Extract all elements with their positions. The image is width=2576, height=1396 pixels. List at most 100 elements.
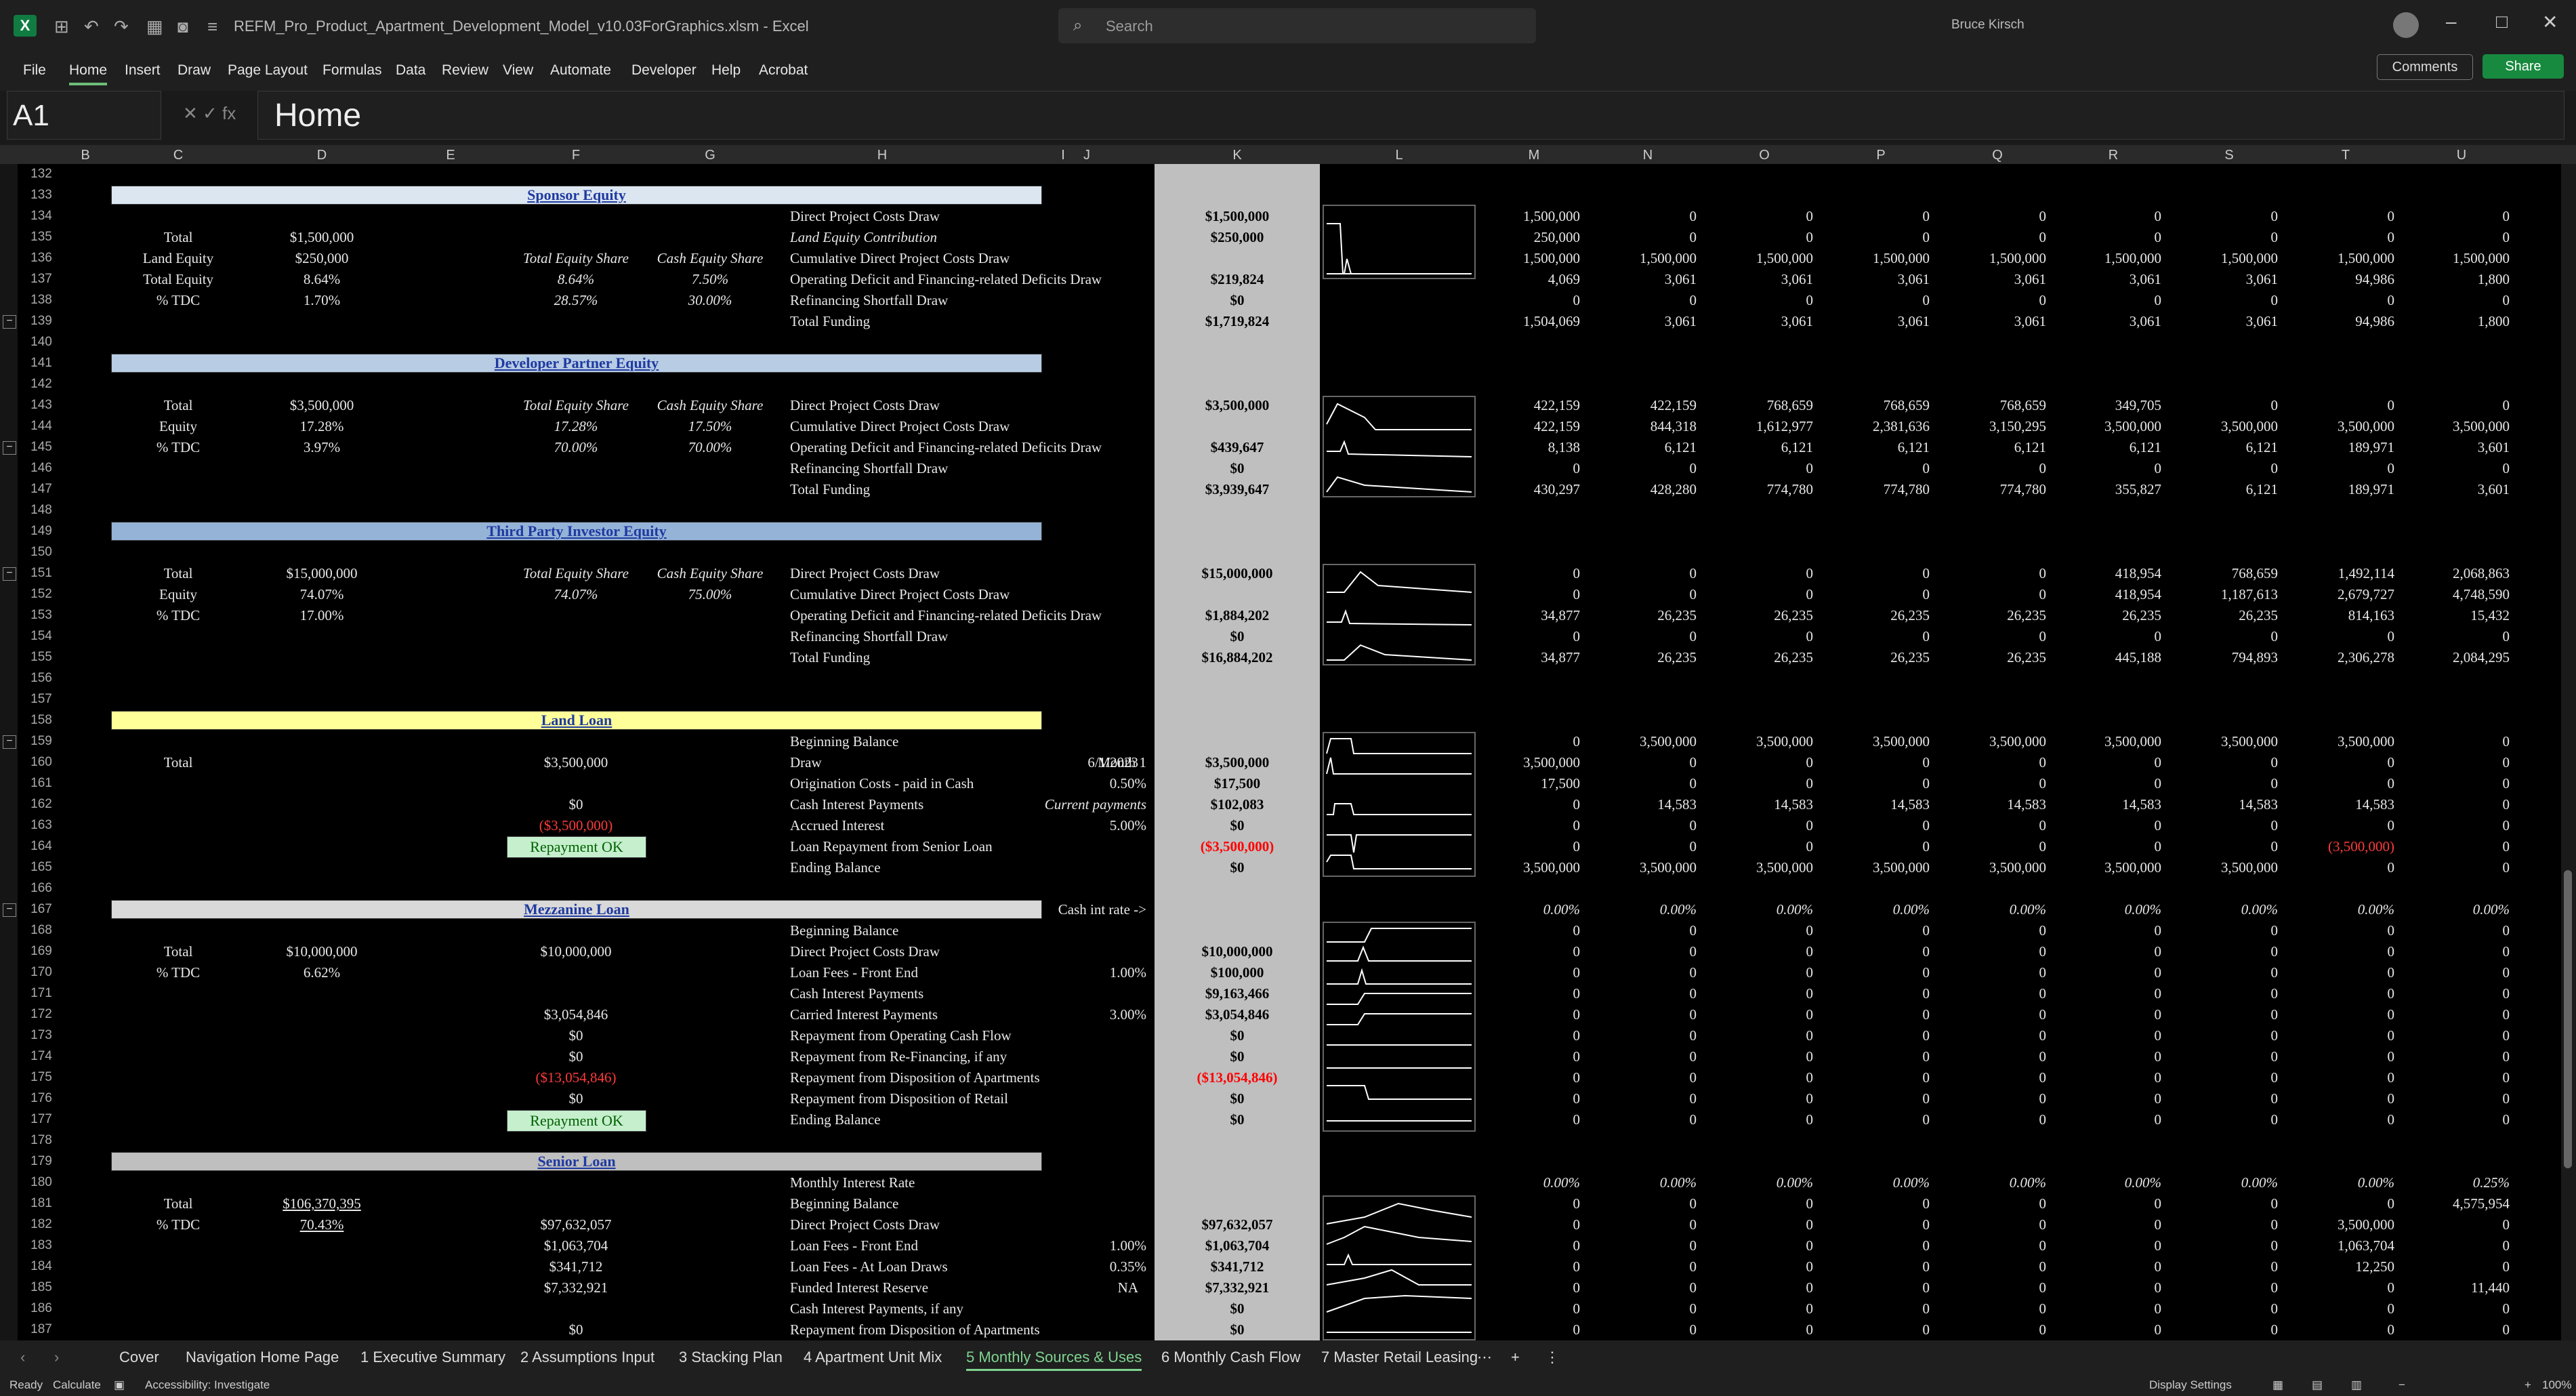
cell-g152[interactable]: 75.00% <box>644 586 776 603</box>
row-number[interactable]: 145 <box>18 440 65 455</box>
row-number[interactable]: 157 <box>18 692 65 707</box>
cell-f163[interactable]: ($3,500,000) <box>508 817 644 834</box>
cell-c143[interactable]: Total <box>106 397 251 414</box>
cell-f138[interactable]: 28.57% <box>508 292 644 309</box>
cell-u186[interactable]: 0 <box>2404 1300 2510 1317</box>
cell-p143[interactable]: 768,659 <box>1823 397 1930 414</box>
cell-h181[interactable]: Beginning Balance <box>790 1195 1115 1212</box>
cell-c138[interactable]: % TDC <box>106 292 251 309</box>
cell-m161[interactable]: 17,500 <box>1478 775 1580 792</box>
cell-n185[interactable]: 0 <box>1590 1279 1697 1296</box>
cell-c152[interactable]: Equity <box>106 586 251 603</box>
cell-s139[interactable]: 3,061 <box>2171 313 2278 330</box>
cell-n170[interactable]: 0 <box>1590 964 1697 981</box>
cell-m139[interactable]: 1,504,069 <box>1478 313 1580 330</box>
cell-d145[interactable]: 3.97% <box>251 439 393 456</box>
cell-f169[interactable]: $10,000,000 <box>508 943 644 960</box>
cell-u172[interactable]: 0 <box>2404 1006 2510 1023</box>
cell-n187[interactable]: 0 <box>1590 1321 1697 1338</box>
row-number[interactable]: 186 <box>18 1301 65 1316</box>
cell-o153[interactable]: 26,235 <box>1706 607 1813 624</box>
cell-r163[interactable]: 0 <box>2056 817 2162 834</box>
cell-o136[interactable]: 1,500,000 <box>1706 250 1813 267</box>
cell-p181[interactable]: 0 <box>1823 1195 1930 1212</box>
cell-s172[interactable]: 0 <box>2171 1006 2279 1023</box>
cell-q177[interactable]: 0 <box>1939 1111 2047 1128</box>
cell-t152[interactable]: 2,679,727 <box>2287 586 2394 603</box>
cell-n163[interactable]: 0 <box>1590 817 1697 834</box>
cell-u171[interactable]: 0 <box>2404 985 2510 1002</box>
cell-c145[interactable]: % TDC <box>106 439 251 456</box>
cell-p175[interactable]: 0 <box>1823 1069 1930 1086</box>
row-number[interactable]: 143 <box>18 398 65 413</box>
cell-n171[interactable]: 0 <box>1590 985 1697 1002</box>
row-number[interactable]: 134 <box>18 209 65 224</box>
row-number[interactable]: 153 <box>18 608 65 623</box>
cell-k186[interactable]: $0 <box>1155 1300 1320 1317</box>
cell-r161[interactable]: 0 <box>2056 775 2162 792</box>
status-calculate[interactable]: Calculate <box>53 1378 101 1392</box>
cell-t162[interactable]: 14,583 <box>2287 796 2394 813</box>
cell-d182[interactable]: 70.43% <box>251 1216 393 1233</box>
cell-t167[interactable]: 0.00% <box>2287 901 2394 918</box>
row-number[interactable]: 178 <box>18 1133 65 1148</box>
cell-p187[interactable]: 0 <box>1823 1321 1930 1338</box>
cell-o161[interactable]: 0 <box>1706 775 1814 792</box>
cell-f162[interactable]: $0 <box>508 796 644 813</box>
outline-collapse-button[interactable]: − <box>3 441 16 455</box>
cell-r164[interactable]: 0 <box>2056 838 2162 855</box>
format-painter-icon[interactable]: ▦ <box>146 16 163 37</box>
cell-s182[interactable]: 0 <box>2171 1216 2279 1233</box>
cell-m152[interactable]: 0 <box>1478 586 1581 603</box>
cell-n160[interactable]: 0 <box>1590 754 1697 771</box>
menu-page-layout[interactable]: Page Layout <box>228 62 308 79</box>
row-number[interactable]: 135 <box>18 230 65 245</box>
row-number[interactable]: 185 <box>18 1280 65 1295</box>
outline-collapse-button[interactable]: − <box>3 903 16 917</box>
cell-u174[interactable]: 0 <box>2404 1048 2510 1065</box>
cell-k160[interactable]: $3,500,000 <box>1155 754 1320 771</box>
cell-n168[interactable]: 0 <box>1590 922 1697 939</box>
vertical-scrollbar[interactable] <box>2561 164 2576 1340</box>
cell-t186[interactable]: 0 <box>2287 1300 2395 1317</box>
cell-h145[interactable]: Operating Deficit and Financing-related … <box>790 439 1115 456</box>
cell-d144[interactable]: 17.28% <box>251 418 393 435</box>
row-number[interactable]: 176 <box>18 1091 65 1106</box>
cell-q162[interactable]: 14,583 <box>1939 796 2046 813</box>
cell-o176[interactable]: 0 <box>1706 1090 1814 1107</box>
menu-home[interactable]: Home <box>69 62 108 85</box>
cell-h176[interactable]: Repayment from Disposition of Retail <box>790 1090 1115 1107</box>
row-number[interactable]: 151 <box>18 566 65 581</box>
cell-m184[interactable]: 0 <box>1478 1258 1581 1275</box>
cell-o160[interactable]: 0 <box>1706 754 1814 771</box>
cell-t181[interactable]: 0 <box>2287 1195 2395 1212</box>
cell-k146[interactable]: $0 <box>1155 460 1320 477</box>
cell-s177[interactable]: 0 <box>2171 1111 2279 1128</box>
display-settings[interactable]: Display Settings <box>2149 1378 2232 1392</box>
menu-acrobat[interactable]: Acrobat <box>759 62 808 79</box>
cell-n164[interactable]: 0 <box>1590 838 1697 855</box>
cell-q172[interactable]: 0 <box>1939 1006 2047 1023</box>
cell-r181[interactable]: 0 <box>2056 1195 2162 1212</box>
cell-s155[interactable]: 794,893 <box>2171 649 2278 666</box>
cell-p144[interactable]: 2,381,636 <box>1823 418 1930 435</box>
cell-k135[interactable]: $250,000 <box>1155 229 1320 246</box>
cell-g137[interactable]: 7.50% <box>644 271 776 288</box>
cell-f187[interactable]: $0 <box>508 1321 644 1338</box>
cell-f182[interactable]: $97,632,057 <box>508 1216 644 1233</box>
row-number[interactable]: 152 <box>18 587 65 602</box>
cell-p165[interactable]: 3,500,000 <box>1823 859 1930 876</box>
cell-o175[interactable]: 0 <box>1706 1069 1814 1086</box>
cell-n181[interactable]: 0 <box>1590 1195 1697 1212</box>
cell-p164[interactable]: 0 <box>1823 838 1930 855</box>
cell-s151[interactable]: 768,659 <box>2171 565 2278 582</box>
cell-h136[interactable]: Cumulative Direct Project Costs Draw <box>790 250 1115 267</box>
cell-k183[interactable]: $1,063,704 <box>1155 1237 1320 1254</box>
cell-s154[interactable]: 0 <box>2171 628 2279 645</box>
cell-k143[interactable]: $3,500,000 <box>1155 397 1320 414</box>
cell-n147[interactable]: 428,280 <box>1590 481 1697 498</box>
tab-stacking-plan[interactable]: 3 Stacking Plan <box>679 1349 783 1366</box>
cell-n154[interactable]: 0 <box>1590 628 1697 645</box>
cell-r154[interactable]: 0 <box>2056 628 2162 645</box>
cell-j167[interactable]: Cash int rate -> <box>1027 901 1146 918</box>
